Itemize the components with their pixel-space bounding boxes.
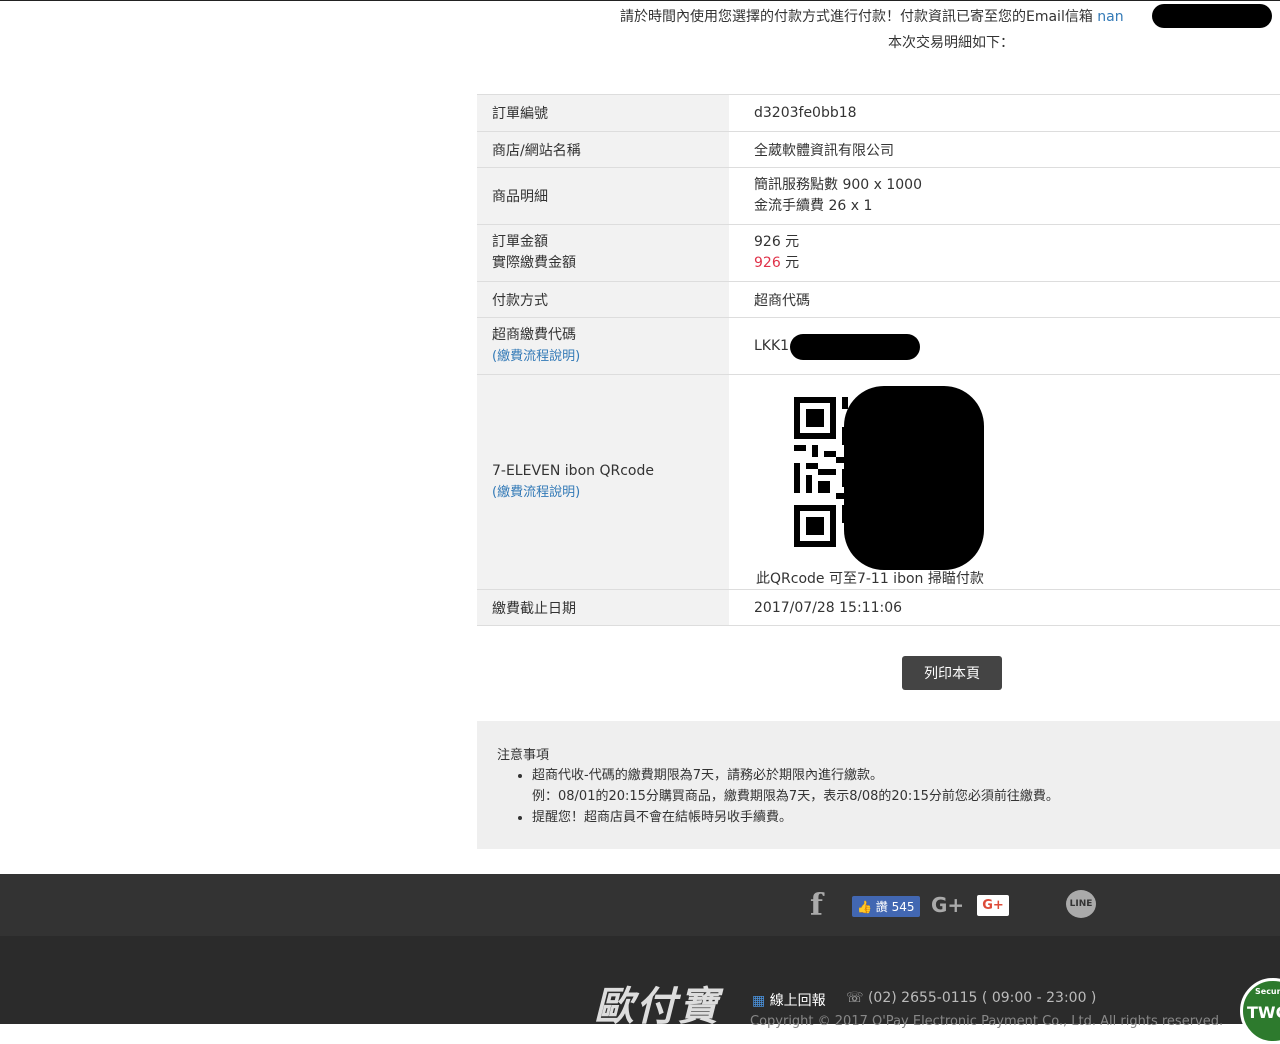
- actual-amount-label: 實際繳費金額: [492, 255, 576, 271]
- google-plus-button[interactable]: G+: [977, 895, 1009, 916]
- redaction-mask: [844, 386, 984, 570]
- row-store-code: 超商繳費代碼 (繳費流程說明) LKK1: [477, 317, 1280, 375]
- row-amount: 訂單金額 實際繳費金額 926 元 926 元: [477, 224, 1280, 282]
- notes-item: 超商代收-代碼的繳費期限為7天，請務必於期限內進行繳款。 例：08/01的20:…: [532, 765, 1059, 807]
- notice-email[interactable]: nan: [1097, 9, 1123, 25]
- row-deadline: 繳費截止日期 2017/07/28 15:11:06: [477, 589, 1280, 626]
- order-amount-label: 訂單金額: [492, 234, 548, 250]
- notes-item-1-line-1: 超商代收-代碼的繳費期限為7天，請務必於期限內進行繳款。: [532, 768, 883, 783]
- order-no-label: 訂單編號: [477, 94, 729, 132]
- badge-secure-text: Secure: [1255, 987, 1280, 996]
- copyright: Copyright © 2017 O'Pay Electronic Paymen…: [750, 1014, 1224, 1029]
- items-line-1: 簡訊服務點數 900 x 1000: [754, 177, 922, 193]
- online-report-link[interactable]: ▦ 線上回報: [752, 990, 826, 1010]
- row-qrcode: 7-ELEVEN ibon QRcode (繳費流程說明) 此QRcode 可至…: [477, 374, 1280, 590]
- thumbs-up-icon: 👍: [857, 900, 872, 914]
- like-label: 讚: [875, 900, 888, 914]
- print-page-button[interactable]: 列印本頁: [902, 656, 1002, 690]
- phone-icon: ☏: [846, 990, 864, 1006]
- redaction-mask: [790, 334, 920, 360]
- store-code-help-link[interactable]: (繳費流程說明): [492, 346, 729, 367]
- qrcode-caption: 此QRcode 可至7-11 ibon 掃瞄付款: [756, 571, 984, 587]
- notes-title: 注意事項: [497, 748, 550, 763]
- phone-info: ☏ (02) 2655-0115 ( 09:00 - 23:00 ): [846, 990, 1096, 1006]
- payment-notice: 請於時間內使用您選擇的付款方式進行付款！付款資訊已寄至您的Email信箱 nan: [620, 6, 1124, 26]
- deadline-value: 2017/07/28 15:11:06: [729, 589, 1280, 626]
- notes-item-1-line-2: 例：08/01的20:15分購買商品，繳費期限為7天，表示8/08的20:15分…: [532, 789, 1059, 804]
- facebook-icon[interactable]: f: [810, 888, 823, 923]
- phone-number: (02) 2655-0115 ( 09:00 - 23:00 ): [867, 990, 1097, 1006]
- top-border: [0, 0, 1280, 1]
- store-code-label: 超商繳費代碼: [492, 327, 576, 343]
- like-count: 545: [891, 900, 915, 914]
- notice-message: 請於時間內使用您選擇的付款方式進行付款！付款資訊已寄至您的Email信箱: [620, 9, 1093, 25]
- items-line-2: 金流手續費 26 x 1: [754, 198, 873, 214]
- line-icon[interactable]: LINE: [1066, 890, 1096, 918]
- opay-logo: 歐付寶: [594, 983, 720, 1030]
- order-detail-table: 訂單編號 d3203fe0bb18 商店/網站名稱 全葳軟體資訊有限公司 商品明…: [477, 94, 1280, 626]
- notes-item-2: 提醒您！超商店員不會在結帳時另收手續費。: [532, 810, 793, 825]
- redaction-mask: [1152, 4, 1272, 28]
- notes-item: 提醒您！超商店員不會在結帳時另收手續費。: [532, 807, 1059, 828]
- payment-method-label: 付款方式: [477, 281, 729, 318]
- qrcode-help-link[interactable]: (繳費流程說明): [492, 482, 729, 503]
- notes-section: 注意事項 超商代收-代碼的繳費期限為7天，請務必於期限內進行繳款。 例：08/0…: [477, 721, 1280, 849]
- store-value: 全葳軟體資訊有限公司: [729, 131, 1280, 168]
- qrcode-label: 7-ELEVEN ibon QRcode: [492, 463, 654, 479]
- row-store: 商店/網站名稱 全葳軟體資訊有限公司: [477, 131, 1280, 168]
- order-no-value: d3203fe0bb18: [729, 94, 1280, 132]
- facebook-like-button[interactable]: 👍 讚 545: [852, 896, 920, 917]
- google-plus-icon[interactable]: G+: [931, 893, 964, 917]
- transaction-subtitle: 本次交易明細如下：: [888, 35, 1014, 51]
- actual-amount-value: 926: [754, 255, 781, 271]
- row-items: 商品明細 簡訊服務點數 900 x 1000 金流手續費 26 x 1: [477, 167, 1280, 225]
- row-order-no: 訂單編號 d3203fe0bb18: [477, 94, 1280, 132]
- report-icon: ▦: [752, 993, 766, 1009]
- badge-twc-text: TWC: [1247, 1003, 1280, 1022]
- store-code-value: LKK1: [754, 338, 790, 354]
- order-amount-value: 926 元: [754, 234, 800, 250]
- items-label: 商品明細: [477, 167, 729, 225]
- notes-list: 超商代收-代碼的繳費期限為7天，請務必於期限內進行繳款。 例：08/01的20:…: [513, 765, 1059, 828]
- report-label: 線上回報: [769, 993, 826, 1009]
- row-payment: 付款方式 超商代碼: [477, 281, 1280, 318]
- deadline-label: 繳費截止日期: [477, 589, 729, 626]
- actual-amount-unit: 元: [780, 255, 800, 271]
- store-label: 商店/網站名稱: [477, 131, 729, 168]
- payment-method-value: 超商代碼: [729, 281, 1280, 318]
